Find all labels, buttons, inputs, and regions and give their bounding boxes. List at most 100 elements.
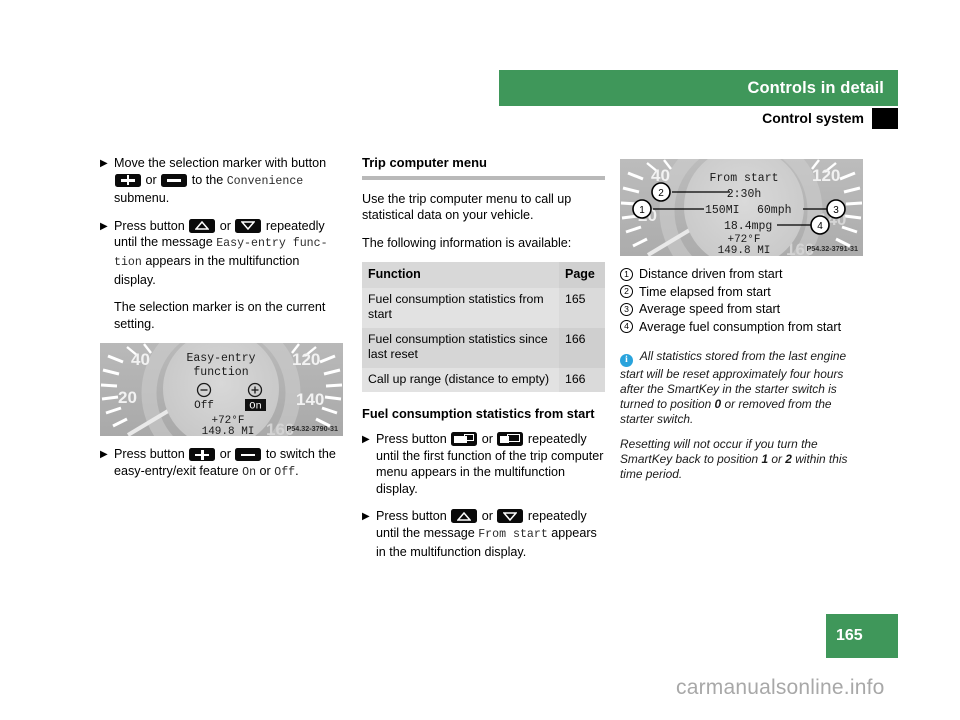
middle-column: Trip computer menu Use the trip computer… <box>362 155 605 571</box>
speedometer-easy-entry-illustration: 40 20 120 140 160 Easy-entry function Of… <box>100 343 343 437</box>
svg-text:P54.32-3791-31: P54.32-3791-31 <box>806 244 858 253</box>
plus-button-icon <box>189 448 216 462</box>
svg-text:120: 120 <box>812 166 840 185</box>
minus-button-icon <box>161 173 188 187</box>
table-header-row: Function Page <box>362 262 605 288</box>
mid-b2-mono: From start <box>478 528 548 542</box>
function-page-table: Function Page Fuel consumption statistic… <box>362 262 605 393</box>
down-arrow-button-icon <box>235 218 262 233</box>
mid-b1-text-a: Press button <box>376 432 447 447</box>
table-cell-page: 166 <box>559 327 605 368</box>
plus-button-icon <box>115 173 141 187</box>
right-column: 40 20 120 140 160 From start 2:30h 150MI… <box>620 155 863 492</box>
svg-text:2: 2 <box>658 188 664 199</box>
note-p1-bold: 0 <box>714 396 722 411</box>
callout-legend-list: 1 Distance driven from start 2 Time elap… <box>620 266 863 335</box>
mid-bullet-press-nav: ▶ Press button or repeatedly until the f… <box>362 431 605 497</box>
callout-label-3: Average speed from start <box>639 302 781 316</box>
left-b3-text-d: or <box>259 463 271 478</box>
trip-computer-paragraph-1: Use the trip computer menu to call up st… <box>362 191 572 223</box>
heading-rule <box>362 175 605 180</box>
left-b3-text-b: or <box>219 447 231 462</box>
back-window-button-icon <box>451 432 478 447</box>
callout-label-2: Time elapsed from start <box>639 284 771 299</box>
trip-computer-paragraph-2: The following information is available: <box>362 235 572 250</box>
page-number-badge: 165 <box>826 614 898 658</box>
svg-text:149.8 MI: 149.8 MI <box>718 245 771 256</box>
note-p2-bold-1: 1 <box>761 451 769 466</box>
bullet-triangle-icon: ▶ <box>362 511 370 523</box>
callout-number-1: 1 <box>620 267 633 281</box>
table-row: Fuel consumption statistics from start 1… <box>362 287 605 328</box>
list-item: 3 Average speed from start <box>620 301 863 317</box>
svg-text:60mph: 60mph <box>757 204 792 217</box>
callout-label-1: Distance driven from start <box>639 267 783 281</box>
callout-label-4: Average fuel consumption from start <box>639 319 842 334</box>
svg-text:40: 40 <box>131 350 150 369</box>
svg-text:18.4mpg: 18.4mpg <box>724 220 772 233</box>
mid-b2-text-b: or <box>481 509 493 524</box>
note-p2-mid: or <box>771 451 782 466</box>
svg-text:P54.32-3790-31: P54.32-3790-31 <box>286 424 338 433</box>
site-watermark: carmanualsonline.info <box>676 676 885 699</box>
svg-text:Easy-entry: Easy-entry <box>186 352 255 365</box>
svg-text:20: 20 <box>118 388 137 407</box>
left-b1-text-b: or <box>145 172 157 187</box>
left-b1-text-a: Move the selection marker with button <box>114 156 327 170</box>
section-header: Control system <box>499 107 898 129</box>
left-bullet-press-button: ▶ Press button or repeatedly until the m… <box>100 218 343 288</box>
table-header-function: Function <box>362 262 559 288</box>
svg-text:140: 140 <box>296 390 324 409</box>
left-b3-text-a: Press button <box>114 447 185 462</box>
table-row: Fuel consumption statistics since last r… <box>362 327 605 368</box>
up-arrow-button-icon <box>189 218 216 233</box>
info-note-paragraph-1: i All statistics stored from the last en… <box>620 349 863 427</box>
speedometer-trip-computer-illustration: 40 20 120 140 160 From start 2:30h 150MI… <box>620 159 863 256</box>
left-bullet-move-marker: ▶ Move the selection marker with button … <box>100 155 343 207</box>
info-note-paragraph-2: Resetting will not occur if you turn the… <box>620 437 863 482</box>
left-b1-text-c: to the <box>191 172 224 187</box>
chapter-header-bar: Controls in detail <box>499 70 898 106</box>
left-b1-text-d: submenu. <box>114 191 170 206</box>
table-header-page: Page <box>559 262 605 288</box>
info-note: i All statistics stored from the last en… <box>620 349 863 483</box>
black-tab-marker-icon <box>872 107 898 129</box>
table-cell-page: 166 <box>559 367 605 393</box>
up-arrow-button-icon <box>451 509 478 524</box>
left-b3-mono-on: On <box>242 465 257 479</box>
mid-b2-text-a: Press button <box>376 509 447 524</box>
info-circle-icon: i <box>620 353 633 367</box>
fuel-statistics-subheading: Fuel consumption statistics from start <box>362 406 595 422</box>
table-cell-function: Fuel consumption statistics from start <box>362 287 559 328</box>
svg-text:On: On <box>249 401 262 413</box>
down-arrow-button-icon <box>497 509 524 524</box>
svg-text:From start: From start <box>709 172 778 185</box>
table-cell-function: Call up range (distance to empty) <box>362 367 559 393</box>
svg-text:1: 1 <box>639 205 645 216</box>
callout-number-2: 2 <box>620 285 633 298</box>
left-b1-mono: Convenience <box>226 174 304 188</box>
svg-text:40: 40 <box>651 166 670 185</box>
section-title: Control system <box>762 110 864 126</box>
table-cell-page: 165 <box>559 287 605 328</box>
minus-button-icon <box>235 448 262 462</box>
left-b3-mono-off: Off <box>274 465 296 479</box>
bullet-triangle-icon: ▶ <box>362 434 370 446</box>
left-b2-text-b: or <box>219 218 231 233</box>
left-column: ▶ Move the selection marker with button … <box>100 155 343 493</box>
left-b2-text-a: Press button <box>114 218 185 233</box>
left-b3-text-e: . <box>295 463 299 478</box>
trip-computer-heading: Trip computer menu <box>362 155 487 170</box>
svg-text:2:30h: 2:30h <box>727 188 762 201</box>
list-item: 1 Distance driven from start <box>620 266 863 282</box>
svg-text:3: 3 <box>833 205 839 216</box>
svg-text:149.8 MI: 149.8 MI <box>202 426 255 436</box>
mid-b1-text-b: or <box>481 432 493 447</box>
svg-text:120: 120 <box>292 350 320 369</box>
svg-text:Off: Off <box>194 400 214 412</box>
list-item: 2 Time elapsed from start <box>620 284 863 300</box>
callout-number-3: 3 <box>620 302 633 316</box>
chapter-title: Controls in detail <box>747 78 884 97</box>
list-item: 4 Average fuel consumption from start <box>620 319 863 335</box>
svg-text:function: function <box>193 366 248 379</box>
